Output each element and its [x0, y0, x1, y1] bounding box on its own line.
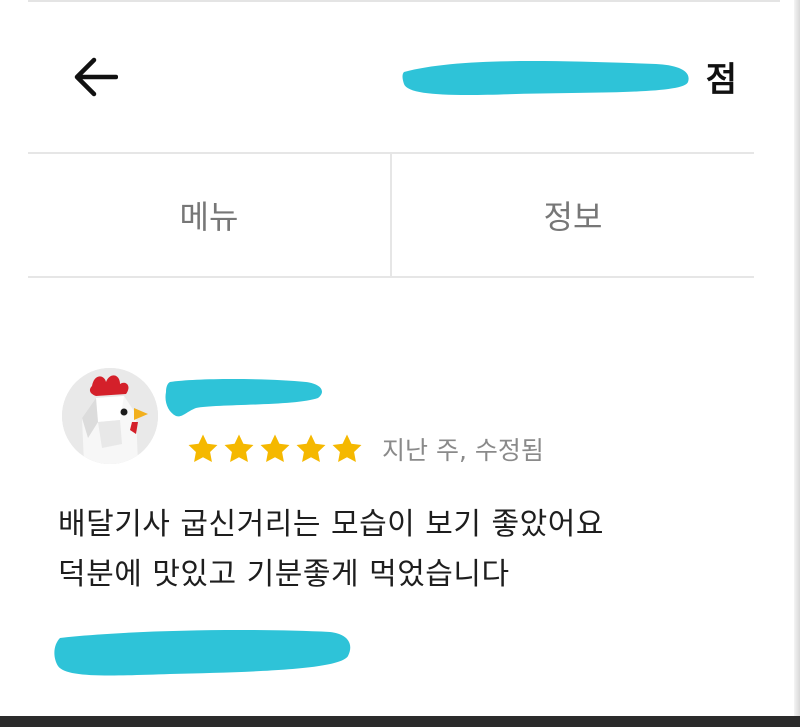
arrow-left-icon[interactable]: [72, 56, 118, 98]
star-rating: [186, 432, 364, 466]
footer-redaction: [50, 622, 356, 684]
review-text: 배달기사 굽신거리는 모습이 보기 좋았어요 덕분에 맛있고 기분좋게 먹었습니…: [58, 500, 758, 600]
top-divider: [28, 0, 780, 2]
store-name-redaction: [396, 52, 696, 102]
tab-bar: 메뉴 정보: [28, 152, 754, 278]
store-name-suffix: 점: [705, 59, 738, 100]
star-icon: [332, 434, 362, 463]
star-icon: [188, 434, 218, 463]
rating-row: 지난 주, 수정됨: [186, 424, 544, 474]
star-icon: [296, 434, 326, 463]
tab-info[interactable]: 정보: [390, 154, 754, 276]
page-title: 점: [706, 46, 738, 106]
review-line: 덕분에 맛있고 기분좋게 먹었습니다: [58, 557, 510, 592]
reviewer-name-redaction: [156, 372, 328, 424]
bottom-bar: [0, 716, 800, 727]
star-icon: [224, 434, 254, 463]
screen-edge: [794, 0, 800, 716]
tab-menu[interactable]: 메뉴: [28, 154, 390, 276]
review-date-meta: 지난 주, 수정됨: [382, 436, 544, 465]
star-icon: [260, 434, 290, 463]
review-line: 배달기사 굽신거리는 모습이 보기 좋았어요: [58, 507, 604, 542]
avatar: [62, 368, 158, 464]
